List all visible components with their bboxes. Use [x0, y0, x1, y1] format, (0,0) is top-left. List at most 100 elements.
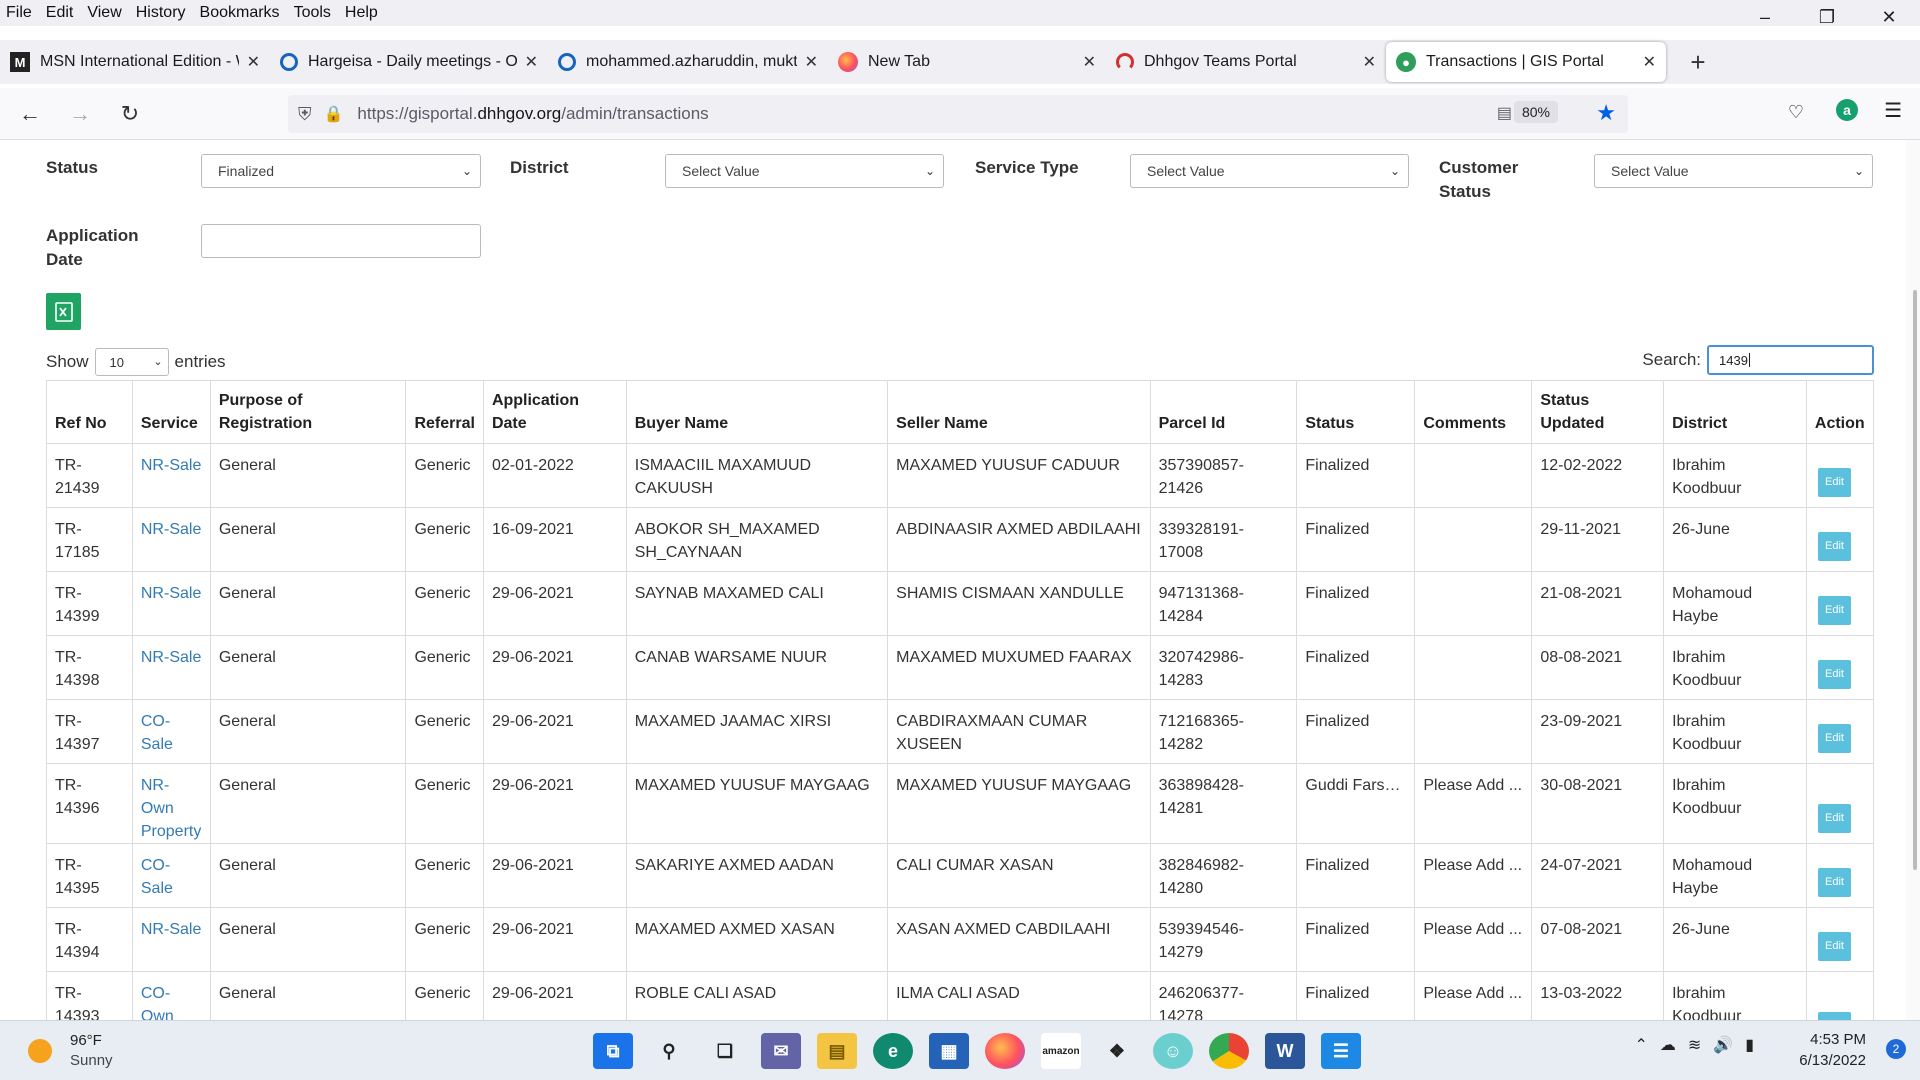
close-tab-icon[interactable]: ✕ — [1083, 52, 1096, 72]
menu-hamburger-icon[interactable]: ☰ — [1884, 98, 1902, 123]
cell-service[interactable]: CO-Own Property — [131, 971, 211, 1020]
url-bar[interactable]: ⛨ 🔒 https://gisportal. dhhgov.org/admin/t… — [288, 95, 1628, 133]
column-header[interactable]: Application Date — [482, 380, 627, 444]
column-header[interactable]: Comments — [1414, 380, 1533, 444]
close-window-icon[interactable]: ✕ — [1858, 0, 1920, 34]
notepad-icon[interactable]: ☰ — [1321, 1033, 1361, 1069]
teams-chat-icon[interactable]: ✉ — [761, 1033, 801, 1069]
column-header[interactable]: Status — [1296, 380, 1416, 444]
tab-hargeisa[interactable]: Hargeisa - Daily meetings - Op ✕ — [270, 42, 548, 82]
cell-service[interactable]: NR-Sale — [131, 443, 211, 508]
close-tab-icon[interactable]: ✕ — [247, 52, 260, 72]
page-scrollbar[interactable] — [1906, 140, 1920, 1020]
dropbox-icon[interactable]: ❖ — [1097, 1033, 1137, 1069]
tab-msn[interactable]: M MSN International Edition - Wo ✕ — [0, 42, 270, 82]
column-header[interactable]: Ref No — [46, 380, 133, 444]
word-icon[interactable]: W — [1265, 1033, 1305, 1069]
amazon-icon[interactable]: amazon — [1041, 1033, 1081, 1069]
chevron-down-icon: ⌄ — [461, 164, 472, 178]
edit-button[interactable]: Edit — [1818, 1012, 1851, 1020]
edit-button[interactable]: Edit — [1818, 660, 1851, 689]
windows-start-icon[interactable]: ⧉ — [593, 1033, 633, 1069]
lock-icon[interactable]: 🔒 — [324, 104, 344, 124]
column-header[interactable]: Parcel Id — [1149, 380, 1298, 444]
edit-button[interactable]: Edit — [1818, 932, 1851, 961]
chrome-icon[interactable] — [1209, 1033, 1249, 1069]
edit-button[interactable]: Edit — [1818, 868, 1851, 897]
tab-teams-portal[interactable]: Dhhgov Teams Portal ✕ — [1106, 42, 1386, 82]
edit-button[interactable]: Edit — [1818, 804, 1851, 833]
edit-button[interactable]: Edit — [1818, 596, 1851, 625]
menu-file[interactable]: File — [0, 4, 40, 22]
menu-view[interactable]: View — [81, 4, 129, 22]
search-input[interactable]: 1439 — [1707, 345, 1874, 375]
close-tab-icon[interactable]: ✕ — [1363, 52, 1376, 72]
pocket-icon[interactable]: ♡ — [1788, 102, 1804, 123]
close-tab-icon[interactable]: ✕ — [1643, 52, 1656, 72]
close-tab-icon[interactable]: ✕ — [525, 52, 538, 72]
cell-service[interactable]: CO-Sale — [131, 843, 211, 908]
edit-button[interactable]: Edit — [1818, 468, 1851, 497]
scrollbar-thumb[interactable] — [1913, 290, 1917, 870]
tab-transactions[interactable]: ● Transactions | GIS Portal ✕ — [1386, 42, 1666, 82]
edit-button[interactable]: Edit — [1818, 724, 1851, 753]
entries-select[interactable]: 10 ⌄ — [94, 348, 169, 376]
shield-icon[interactable]: ⛨ — [298, 104, 312, 125]
notification-badge[interactable]: 2 — [1886, 1039, 1906, 1059]
column-header[interactable]: Purpose of Registration — [209, 380, 407, 444]
task-view-icon[interactable]: ❏ — [705, 1033, 745, 1069]
messaging-icon[interactable]: ☺ — [1153, 1033, 1193, 1069]
weather-widget[interactable]: 96°F Sunny — [28, 1031, 113, 1071]
forward-arrow-icon[interactable]: → — [60, 94, 100, 134]
extension-icon[interactable]: a — [1836, 99, 1858, 121]
column-header[interactable]: Status Updated — [1531, 380, 1665, 444]
bookmark-star-icon[interactable]: ★ — [1596, 100, 1616, 126]
new-tab-icon[interactable]: + — [1678, 47, 1718, 78]
application-date-input[interactable] — [201, 224, 481, 258]
menu-help[interactable]: Help — [339, 4, 386, 22]
district-filter-select[interactable]: Select Value ⌄ — [665, 154, 944, 188]
wifi-icon[interactable]: ≋ — [1688, 1035, 1701, 1055]
close-tab-icon[interactable]: ✕ — [805, 52, 818, 72]
column-header[interactable]: Service — [131, 380, 211, 444]
cell-service[interactable]: NR-Sale — [131, 571, 211, 636]
cell-service[interactable]: NR-Sale — [131, 635, 211, 700]
status-filter-select[interactable]: Finalized ⌄ — [201, 154, 481, 188]
battery-icon[interactable]: ▮ — [1745, 1035, 1754, 1055]
column-header[interactable]: District — [1663, 380, 1807, 444]
search-icon[interactable]: ⚲ — [649, 1033, 689, 1069]
microsoft-store-icon[interactable]: ▦ — [929, 1033, 969, 1069]
excel-export-button[interactable] — [46, 293, 81, 330]
back-arrow-icon[interactable]: ← — [10, 94, 50, 134]
chevron-up-icon[interactable]: ⌃ — [1634, 1035, 1647, 1055]
file-explorer-icon[interactable]: ▤ — [817, 1033, 857, 1069]
reload-icon[interactable]: ↻ — [110, 94, 150, 134]
reader-view-icon[interactable]: ▤ — [1497, 103, 1512, 123]
onedrive-icon[interactable]: ☁ — [1660, 1035, 1676, 1055]
customer-status-filter-select[interactable]: Select Value ⌄ — [1594, 154, 1873, 188]
menu-tools[interactable]: Tools — [288, 4, 339, 22]
menu-edit[interactable]: Edit — [40, 4, 82, 22]
cell-service[interactable]: CO-Sale — [131, 699, 211, 764]
tab-new-tab[interactable]: New Tab ✕ — [828, 42, 1106, 82]
firefox-icon[interactable] — [985, 1033, 1025, 1069]
column-header[interactable]: Referral — [405, 380, 484, 444]
column-header[interactable]: Action — [1805, 380, 1875, 444]
zoom-level[interactable]: 80% — [1513, 101, 1558, 123]
clock[interactable]: 4:53 PM 6/13/2022 — [1799, 1029, 1866, 1071]
column-header[interactable]: Seller Name — [887, 380, 1151, 444]
volume-icon[interactable]: 🔊 — [1713, 1035, 1733, 1055]
cell-application-date: 29-06-2021 — [482, 763, 627, 844]
service-type-filter-select[interactable]: Select Value ⌄ — [1130, 154, 1409, 188]
edit-button[interactable]: Edit — [1818, 532, 1851, 561]
restore-icon[interactable]: ❐ — [1796, 0, 1858, 34]
tab-mohammed[interactable]: mohammed.azharuddin, mukth ✕ — [548, 42, 828, 82]
cell-service[interactable]: NR-Sale — [131, 507, 211, 572]
cell-service[interactable]: NR-Own Property — [131, 763, 211, 844]
cell-service[interactable]: NR-Sale — [131, 907, 211, 972]
menu-history[interactable]: History — [130, 4, 194, 22]
edge-icon[interactable]: e — [873, 1033, 913, 1069]
column-header[interactable]: Buyer Name — [625, 380, 889, 444]
minimize-icon[interactable]: – — [1734, 0, 1796, 34]
menu-bookmarks[interactable]: Bookmarks — [194, 4, 288, 22]
